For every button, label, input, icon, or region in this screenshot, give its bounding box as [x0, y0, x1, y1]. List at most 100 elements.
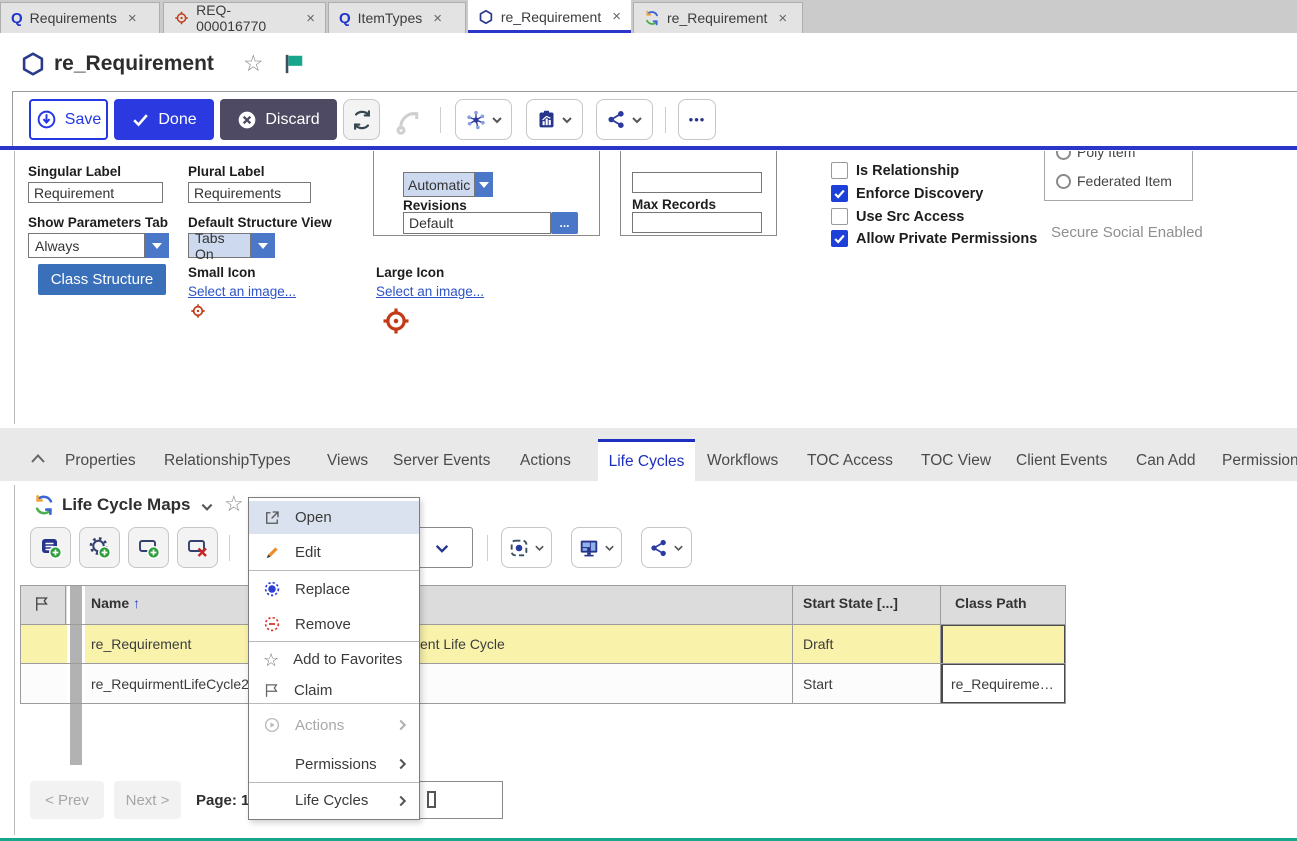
share-grid-dropdown[interactable] [641, 527, 692, 568]
federated-item-radio[interactable] [1056, 174, 1071, 189]
target-icon [174, 10, 189, 26]
chevron-down-icon [479, 182, 489, 188]
form-border [14, 151, 15, 424]
select-arrow-button[interactable] [475, 172, 493, 197]
context-menu-item-add-to-favorites[interactable]: ☆ Add to Favorites [249, 643, 419, 676]
favorite-star-icon[interactable]: ☆ [224, 491, 244, 517]
window-tab-requirements[interactable]: Q Requirements × [0, 2, 160, 33]
play-circle-icon [263, 716, 281, 734]
use-src-access-checkbox[interactable] [831, 208, 848, 225]
collapse-chevron-icon[interactable] [30, 453, 46, 464]
new-item-button[interactable] [30, 527, 71, 568]
claimed-flag-icon[interactable] [283, 53, 305, 75]
chevron-down-icon [673, 544, 684, 552]
tab-server-events[interactable]: Server Events [393, 452, 490, 470]
layout-dropdown[interactable] [571, 527, 622, 568]
add-related-button[interactable] [128, 527, 169, 568]
prev-page-button[interactable]: < Prev [30, 781, 104, 819]
close-icon[interactable]: × [612, 8, 621, 25]
context-menu-item-remove[interactable]: Remove [249, 607, 419, 641]
cell-name[interactable]: re_RequirmentLifeCycle2 [91, 676, 249, 692]
poly-item-radio[interactable] [1056, 151, 1071, 160]
max-records-field[interactable] [632, 212, 762, 233]
close-icon[interactable]: × [778, 10, 787, 27]
tab-client-events[interactable]: Client Events [1016, 452, 1107, 470]
close-icon[interactable]: × [306, 10, 315, 27]
row-selector-strip[interactable] [70, 585, 82, 765]
structure-dropdown[interactable] [455, 99, 512, 140]
is-relationship-checkbox[interactable] [831, 162, 848, 179]
cell-class-path-editable[interactable]: re_Requireme… [941, 663, 1066, 704]
tab-actions[interactable]: Actions [520, 452, 571, 470]
context-menu-item-open[interactable]: Open [249, 501, 419, 534]
cell-label-clipped[interactable]: ent Life Cycle [420, 636, 505, 652]
cell-start-state[interactable]: Draft [803, 636, 833, 652]
favorite-star-icon[interactable]: ☆ [243, 50, 264, 77]
window-tab-re-requirement-active[interactable]: re_Requirement × [468, 0, 631, 33]
grid-border [792, 585, 793, 704]
revisions-field[interactable] [403, 212, 551, 234]
window-tab-itemtypes[interactable]: Q ItemTypes × [328, 2, 466, 33]
context-menu-item-claim[interactable]: Claim [249, 677, 419, 703]
window-tab-re-requirement-lifecycle[interactable]: re_Requirement × [633, 2, 803, 33]
refresh-button[interactable] [343, 99, 380, 140]
panel-border [14, 485, 15, 835]
tab-relationshiptypes[interactable]: RelationshipTypes [164, 452, 291, 470]
browse-label: ... [559, 216, 569, 230]
revisions-browse-button[interactable]: ... [551, 212, 578, 234]
focus-dropdown[interactable] [501, 527, 552, 568]
select-arrow-button[interactable] [251, 233, 275, 258]
cursor-glyph [427, 791, 436, 808]
structure-view-label: Default Structure View [188, 215, 332, 230]
large-icon-select-link[interactable]: Select an image... [376, 284, 484, 299]
plural-label-field[interactable] [188, 182, 311, 203]
column-header-name[interactable]: Name ↑ [91, 595, 140, 611]
ellipsis-icon: ••• [689, 112, 706, 127]
small-icon-select-link[interactable]: Select an image... [188, 284, 296, 299]
done-button[interactable]: Done [114, 99, 214, 140]
context-menu-item-permissions[interactable]: Permissions [249, 746, 419, 782]
new-with-template-button[interactable] [79, 527, 120, 568]
structure-view-select[interactable]: Tabs On [188, 233, 275, 258]
column-header-class-path[interactable]: Class Path [955, 595, 1027, 611]
chevron-down-icon [491, 116, 503, 124]
versioning-select[interactable]: Automatic [403, 172, 493, 197]
show-parameters-select[interactable]: Always [28, 233, 169, 258]
tab-life-cycles-active[interactable]: Life Cycles [598, 439, 695, 481]
reports-dropdown[interactable] [526, 99, 583, 140]
federated-item-row[interactable]: Federated Item [1056, 173, 1172, 189]
context-menu-item-life-cycles[interactable]: Life Cycles [249, 784, 419, 817]
close-icon[interactable]: × [433, 10, 442, 27]
more-actions-button[interactable]: ••• [678, 99, 716, 140]
context-menu-item-edit[interactable]: Edit [249, 536, 419, 569]
save-button[interactable]: Save [29, 99, 108, 140]
allow-private-permissions-checkbox[interactable] [831, 230, 848, 247]
context-menu-item-replace[interactable]: Replace [249, 572, 419, 606]
delete-related-button[interactable] [177, 527, 218, 568]
tab-workflows[interactable]: Workflows [707, 452, 778, 470]
close-icon[interactable]: × [128, 10, 137, 27]
tab-permissions[interactable]: Permissions [1222, 452, 1297, 470]
cell-start-state[interactable]: Start [803, 676, 833, 692]
tab-properties[interactable]: Properties [65, 452, 136, 470]
enforce-discovery-checkbox[interactable] [831, 185, 848, 202]
tab-can-add[interactable]: Can Add [1136, 452, 1195, 470]
chevron-down-icon[interactable] [200, 502, 214, 512]
cell-name[interactable]: re_Requirement [91, 636, 191, 652]
singular-label-field[interactable] [28, 182, 163, 203]
next-page-button[interactable]: Next > [114, 781, 181, 819]
class-structure-button[interactable]: Class Structure [38, 264, 166, 295]
records-upper-field[interactable] [632, 172, 762, 193]
poly-item-row-clipped[interactable]: Poly Item [1056, 151, 1186, 163]
tab-toc-view[interactable]: TOC View [921, 452, 991, 470]
window-tab-req-000016770[interactable]: REQ-000016770 × [163, 2, 326, 33]
tab-views[interactable]: Views [327, 452, 368, 470]
toolbar-separator [665, 107, 666, 133]
cell-class-path-editable[interactable] [941, 624, 1066, 665]
select-arrow-button[interactable] [145, 233, 169, 258]
tab-toc-access[interactable]: TOC Access [807, 452, 893, 470]
discard-button[interactable]: Discard [220, 99, 337, 140]
flag-column-icon [33, 595, 51, 613]
share-dropdown[interactable] [596, 99, 653, 140]
column-header-start-state[interactable]: Start State [...] [803, 595, 898, 611]
